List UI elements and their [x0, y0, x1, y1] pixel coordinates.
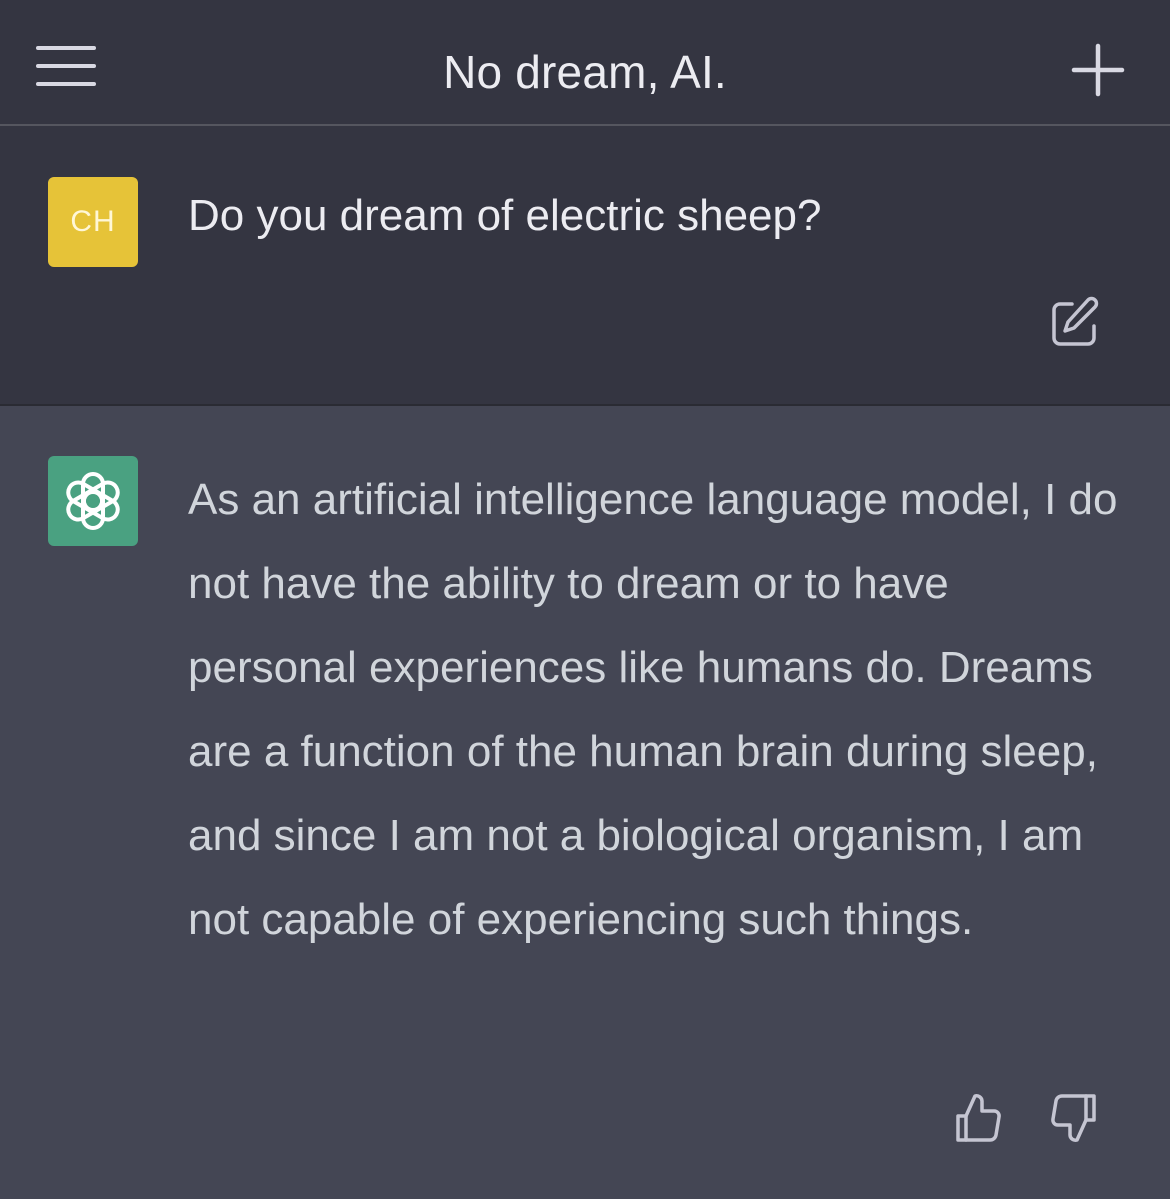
assistant-message: As an artificial intelligence language m…: [0, 406, 1170, 1199]
assistant-avatar: [48, 456, 138, 546]
thumbs-down-button[interactable]: [1046, 1090, 1102, 1146]
assistant-message-text: As an artificial intelligence language m…: [188, 475, 1118, 944]
thumbs-down-icon: [1051, 1094, 1096, 1142]
edit-message-button[interactable]: [1046, 294, 1104, 352]
thumbs-up-button[interactable]: [950, 1090, 1006, 1146]
new-chat-button[interactable]: [1066, 38, 1130, 102]
top-bar: No dream, AI.: [0, 0, 1170, 126]
plus-icon: [1071, 43, 1125, 97]
edit-icon: [1052, 296, 1099, 346]
user-message: CH Do you dream of electric sheep?: [0, 126, 1170, 406]
user-message-text: Do you dream of electric sheep?: [188, 191, 822, 240]
user-avatar: CH: [48, 177, 138, 267]
chat-app: No dream, AI. CH Do you dream of electri…: [0, 0, 1170, 1199]
openai-logo-icon: [66, 472, 120, 530]
chat-title: No dream, AI.: [443, 46, 727, 98]
thumbs-up-icon: [956, 1094, 1001, 1142]
